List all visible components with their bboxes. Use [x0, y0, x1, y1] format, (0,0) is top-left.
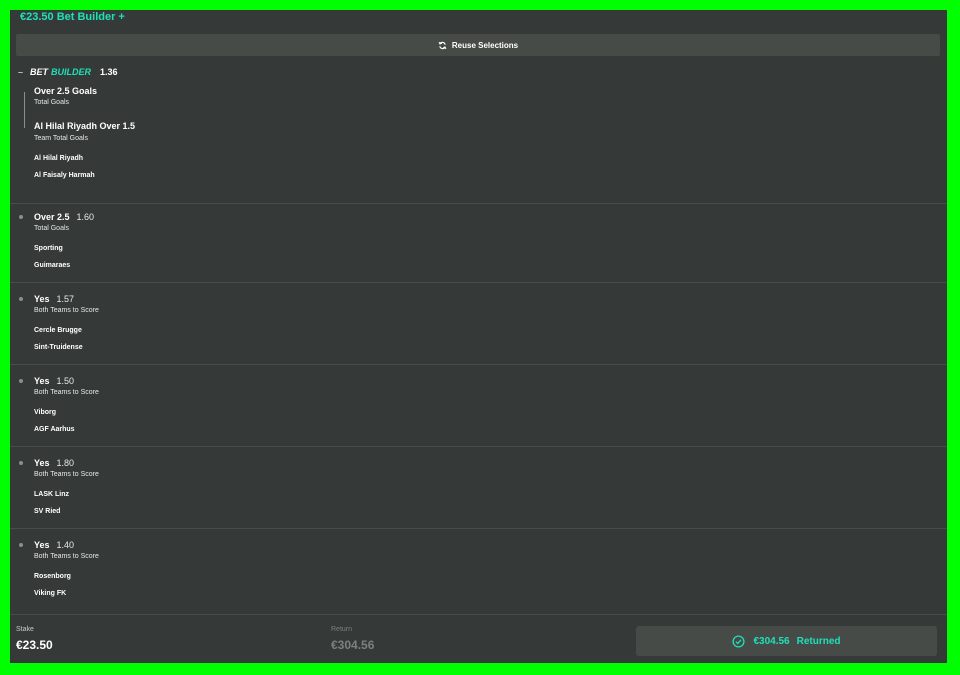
selection-name: Yes: [34, 294, 50, 304]
reuse-selections-label: Reuse Selections: [451, 40, 519, 50]
selection-odds: 1.57: [56, 294, 75, 304]
selection-header: Yes 1.50: [34, 376, 74, 386]
selection-divider: [10, 364, 947, 365]
selection-divider: [10, 528, 947, 529]
return-label: Return: [331, 626, 353, 633]
refresh-icon: [438, 41, 447, 49]
leg-connector-line: [24, 92, 25, 128]
selection-market: Total Goals: [34, 225, 70, 232]
bet-builder-odds: 1.36: [100, 67, 118, 77]
selection-name: Yes: [34, 376, 50, 386]
bet-slip-panel: €23.50 Bet Builder + Reuse Selections – …: [10, 10, 947, 663]
team-name: AGF Aarhus: [34, 426, 75, 433]
team-name: Viking FK: [34, 590, 67, 597]
selection-bullet-icon: [19, 215, 23, 219]
team-name: Sint-Truidense: [34, 344, 83, 351]
selection-name: Yes: [34, 458, 50, 468]
selection-header: Over 2.5 1.60: [34, 212, 94, 222]
selection-header: Yes 1.80: [34, 458, 74, 468]
reuse-selections-button[interactable]: Reuse Selections: [16, 34, 940, 56]
returned-amount: €304.56: [753, 635, 790, 647]
returned-status-button[interactable]: €304.56 Returned: [636, 626, 937, 656]
selection-name: Yes: [34, 540, 50, 550]
returned-label: Returned: [796, 635, 841, 647]
selection-odds: 1.60: [76, 212, 95, 222]
selection-header: Yes 1.57: [34, 294, 74, 304]
bet-title[interactable]: €23.50 Bet Builder +: [20, 11, 125, 23]
leg-name: Al Hilal Riyadh Over 1.5: [34, 121, 136, 131]
leg-name: Over 2.5 Goals: [34, 86, 98, 96]
leg-market: Total Goals: [34, 99, 70, 106]
selection-odds: 1.80: [56, 458, 75, 468]
selection-market: Both Teams to Score: [34, 389, 99, 396]
selection-bullet-icon: [19, 379, 23, 383]
bet-footer: Stake €23.50 Return €304.56 €304.56 Retu…: [10, 615, 947, 663]
team-name: SV Ried: [34, 508, 61, 515]
stake-label: Stake: [16, 626, 34, 633]
selection-market: Both Teams to Score: [34, 307, 99, 314]
selection-bullet-icon: [19, 543, 23, 547]
stake-value: €23.50: [16, 638, 53, 652]
leg-market: Team Total Goals: [34, 135, 88, 142]
selection-bullet-icon: [19, 461, 23, 465]
team-name: Guimaraes: [34, 262, 71, 269]
check-circle-icon: [732, 634, 746, 648]
selection-odds: 1.40: [56, 540, 75, 550]
selection-divider: [10, 282, 947, 283]
selection-odds: 1.50: [56, 376, 75, 386]
team-name: Viborg: [34, 409, 57, 416]
selection-bullet-icon: [19, 297, 23, 301]
bet-builder-word2: BUILDER: [51, 67, 91, 77]
team-name: Rosenborg: [34, 573, 71, 580]
bet-builder-word1: BET: [30, 67, 48, 77]
selection-market: Both Teams to Score: [34, 471, 99, 478]
selection-divider: [10, 203, 947, 204]
team-name: Cercle Brugge: [34, 327, 82, 334]
selection-name: Over 2.5: [34, 212, 70, 222]
bet-builder-header[interactable]: – BET BUILDER 1.36: [18, 66, 118, 78]
team-name: Sporting: [34, 245, 63, 252]
selection-market: Both Teams to Score: [34, 553, 99, 560]
return-value: €304.56: [331, 638, 375, 652]
collapse-icon[interactable]: –: [18, 67, 30, 77]
team-name: Al Hilal Riyadh: [34, 155, 84, 162]
selection-divider: [10, 446, 947, 447]
team-name: LASK Linz: [34, 491, 69, 498]
selection-header: Yes 1.40: [34, 540, 74, 550]
team-name: Al Faisaly Harmah: [34, 172, 95, 179]
